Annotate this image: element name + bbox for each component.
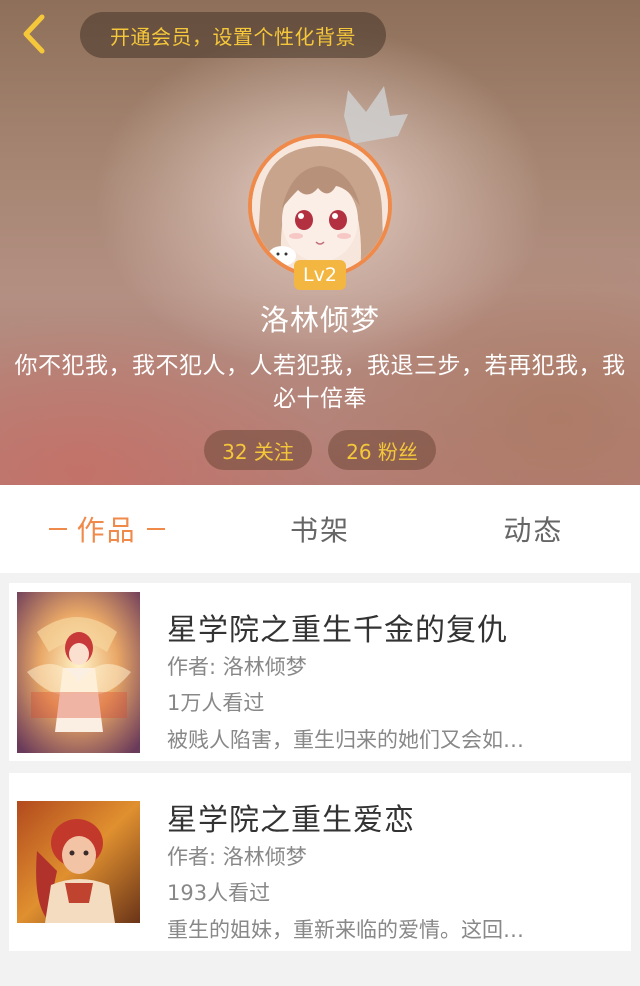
fans-count-button[interactable]: 26 粉丝	[328, 430, 436, 470]
tab-activity-label: 动态	[503, 514, 564, 547]
book-author: 作者: 洛林倾梦	[167, 655, 307, 679]
book-views: 1万人看过	[167, 691, 265, 715]
book-cover	[17, 592, 140, 753]
tab-indicator-left	[48, 528, 67, 530]
book-cover-image	[17, 801, 140, 923]
vip-background-prompt[interactable]: 开通会员，设置个性化背景	[80, 12, 386, 58]
avatar-image	[252, 138, 388, 274]
crown-icon	[344, 86, 408, 144]
tab-activity[interactable]: 动态	[427, 485, 640, 573]
book-views: 193人看过	[167, 881, 271, 905]
book-description: 重生的姐妹，重新来临的爱情。这回…	[167, 918, 524, 942]
book-cover	[17, 801, 140, 923]
back-button[interactable]	[14, 12, 54, 56]
tab-works[interactable]: 作品	[0, 485, 213, 573]
tab-bookshelf[interactable]: 书架	[213, 485, 426, 573]
book-title: 星学院之重生千金的复仇	[167, 613, 508, 648]
tab-works-label: 作品	[76, 514, 137, 547]
username: 洛林倾梦	[259, 303, 380, 337]
following-count-button[interactable]: 32 关注	[204, 430, 312, 470]
tab-indicator-right	[146, 528, 165, 530]
profile-tabs: 作品 书架 动态	[0, 485, 640, 573]
tab-bookshelf-label: 书架	[289, 514, 350, 547]
book-item[interactable]: 星学院之重生千金的复仇 作者: 洛林倾梦 1万人看过 被贱人陷害，重生归来的她们…	[9, 583, 631, 761]
back-arrow-icon	[23, 14, 45, 54]
book-author: 作者: 洛林倾梦	[167, 845, 307, 869]
avatar[interactable]	[248, 134, 392, 278]
user-bio: 你不犯我，我不犯人，人若犯我，我退三步，若再犯我，我必十倍奉	[14, 353, 626, 412]
profile-header: 开通会员，设置个性化背景 Lv2 洛林倾梦 你不犯我，我不犯人，人若犯我，我退三…	[0, 0, 640, 485]
book-item[interactable]: 星学院之重生爱恋 作者: 洛林倾梦 193人看过 重生的姐妹，重新来临的爱情。这…	[9, 773, 631, 951]
book-cover-image	[17, 592, 140, 753]
book-title: 星学院之重生爱恋	[167, 803, 415, 838]
book-description: 被贱人陷害，重生归来的她们又会如…	[167, 728, 524, 752]
level-badge: Lv2	[294, 260, 346, 290]
